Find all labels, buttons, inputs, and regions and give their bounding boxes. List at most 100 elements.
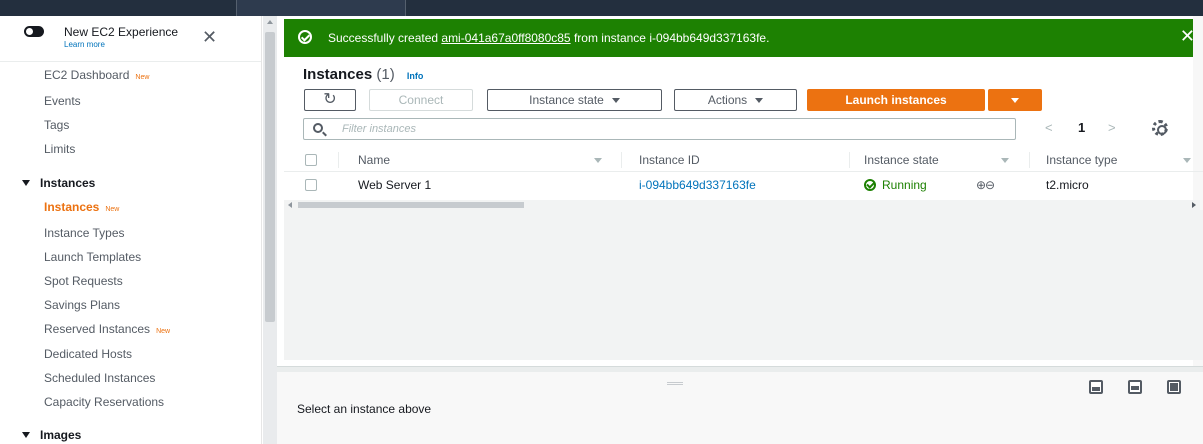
sidebar: New EC2 Experience Learn more ✕ EC2 Dash… [0, 16, 262, 444]
sort-icon[interactable] [594, 158, 602, 163]
gear-icon[interactable] [1152, 120, 1168, 136]
sidebar-item-label: Instances [44, 200, 100, 214]
sidebar-item-launch-templates[interactable]: Launch Templates [44, 250, 141, 264]
select-all-checkbox[interactable] [305, 154, 317, 166]
refresh-icon: ↻ [323, 91, 337, 108]
column-separator [1029, 152, 1030, 168]
sidebar-scrollbar[interactable] [263, 16, 277, 444]
scroll-left-arrow-icon[interactable] [288, 202, 292, 208]
next-page-button[interactable]: > [1108, 120, 1116, 135]
panel-side-layout-icon[interactable] [1128, 380, 1142, 394]
new-badge: New [156, 328, 171, 335]
sidebar-item-events[interactable]: Events [44, 94, 81, 108]
close-icon[interactable]: ✕ [202, 28, 217, 46]
sidebar-item-instance-types[interactable]: Instance Types [44, 226, 125, 240]
column-header-instance-state[interactable]: Instance state [864, 153, 939, 167]
connect-button[interactable]: Connect [369, 89, 473, 111]
success-banner: Successfully created ami-041a67a0ff8080c… [284, 19, 1203, 57]
button-label: Actions [707, 93, 748, 107]
panel-full-layout-icon[interactable] [1167, 380, 1181, 394]
sidebar-section-instances[interactable]: Instances [22, 176, 95, 190]
filter-input[interactable]: Filter instances [303, 118, 1016, 140]
instance-state-dropdown[interactable]: Instance state [487, 89, 662, 111]
actions-dropdown[interactable]: Actions [674, 89, 797, 111]
caret-down-icon [22, 432, 30, 438]
caret-down-icon [611, 97, 620, 103]
scrollbar-thumb[interactable] [298, 202, 524, 208]
sidebar-item-label: EC2 Dashboard [44, 68, 130, 82]
refresh-button[interactable]: ↻ [304, 89, 356, 111]
row-checkbox[interactable] [305, 179, 317, 191]
instance-count: (1) [376, 66, 395, 83]
sidebar-item-savings-plans[interactable]: Savings Plans [44, 298, 120, 312]
sidebar-item-scheduled-instances[interactable]: Scheduled Instances [44, 371, 155, 385]
state-label: Running [882, 178, 927, 192]
page-title: Instances (1) Info [303, 66, 423, 83]
prev-page-button[interactable]: < [1045, 120, 1053, 135]
caret-down-icon [22, 180, 30, 186]
drag-handle-icon[interactable] [667, 382, 683, 385]
banner-message: Successfully created ami-041a67a0ff8080c… [328, 31, 769, 45]
new-experience-label: New EC2 Experience [64, 25, 179, 39]
sort-icon[interactable] [1001, 158, 1009, 163]
check-circle-icon [298, 30, 312, 44]
column-separator [849, 152, 850, 168]
title-text: Instances [303, 66, 373, 83]
sidebar-item-capacity-reservations[interactable]: Capacity Reservations [44, 395, 164, 409]
new-badge: New [135, 74, 150, 81]
new-experience-toggle[interactable] [24, 26, 44, 37]
info-link[interactable]: Info [407, 71, 424, 81]
caret-down-icon [1011, 97, 1019, 103]
new-experience-toggle-panel: New EC2 Experience Learn more ✕ [0, 16, 261, 62]
section-label: Instances [40, 176, 96, 190]
scrollbar-thumb[interactable] [265, 32, 275, 322]
browser-top-strip [0, 0, 1203, 16]
caret-down-icon [755, 97, 764, 103]
button-label: Launch instances [845, 93, 947, 107]
sidebar-section-images[interactable]: Images [22, 428, 81, 442]
table-empty-area [284, 210, 1203, 360]
banner-prefix: Successfully created [328, 31, 442, 45]
cell-name: Web Server 1 [358, 178, 432, 192]
sidebar-item-label: Reserved Instances [44, 322, 151, 336]
table-row[interactable]: Web Server 1 i-094bb649d337163fe Running… [284, 173, 1203, 197]
details-panel: Select an instance above [277, 372, 1203, 444]
section-label: Images [40, 428, 82, 442]
search-icon [313, 123, 323, 133]
sidebar-item-reserved-instances[interactable]: Reserved Instances New [44, 322, 170, 336]
cell-instance-state: Running [864, 178, 927, 192]
banner-middle: from instance [570, 31, 650, 45]
panel-bottom-layout-icon[interactable] [1089, 380, 1103, 394]
column-header-instance-type[interactable]: Instance type [1046, 153, 1117, 167]
button-label: Instance state [529, 93, 604, 107]
launch-instances-button[interactable]: Launch instances [807, 89, 985, 111]
table-horizontal-scrollbar[interactable] [284, 200, 1200, 210]
column-separator [338, 152, 339, 168]
check-circle-icon [864, 179, 876, 191]
cell-instance-id[interactable]: i-094bb649d337163fe [639, 178, 756, 192]
sidebar-item-ec2-dashboard[interactable]: EC2 Dashboard New [44, 68, 149, 82]
button-label: Connect [398, 93, 444, 107]
launch-instances-dropdown-button[interactable] [988, 89, 1042, 111]
browser-tab[interactable] [236, 0, 406, 16]
sidebar-item-tags[interactable]: Tags [44, 118, 69, 132]
empty-selection-message: Select an instance above [297, 402, 432, 416]
column-header-instance-id[interactable]: Instance ID [639, 153, 700, 167]
table-header: Name Instance ID Instance state Instance… [284, 148, 1203, 172]
sidebar-item-dedicated-hosts[interactable]: Dedicated Hosts [44, 347, 132, 361]
banner-instance: i-094bb649d337163fe. [649, 31, 770, 45]
sidebar-item-spot-requests[interactable]: Spot Requests [44, 274, 123, 288]
sidebar-item-instances[interactable]: Instances New [44, 200, 119, 214]
column-separator [621, 152, 622, 168]
sort-icon[interactable] [1183, 158, 1191, 163]
zoom-icon[interactable]: ⊕⊖ [976, 178, 995, 192]
column-header-name[interactable]: Name [358, 153, 390, 167]
sidebar-item-limits[interactable]: Limits [44, 142, 75, 156]
filter-placeholder: Filter instances [342, 123, 416, 135]
scroll-up-arrow-icon[interactable] [267, 20, 273, 24]
new-badge: New [105, 206, 120, 213]
learn-more-link[interactable]: Learn more [64, 40, 105, 49]
scroll-right-arrow-icon[interactable] [1192, 202, 1196, 208]
ami-link[interactable]: ami-041a67a0ff8080c85 [441, 31, 570, 45]
page-number[interactable]: 1 [1078, 120, 1085, 135]
